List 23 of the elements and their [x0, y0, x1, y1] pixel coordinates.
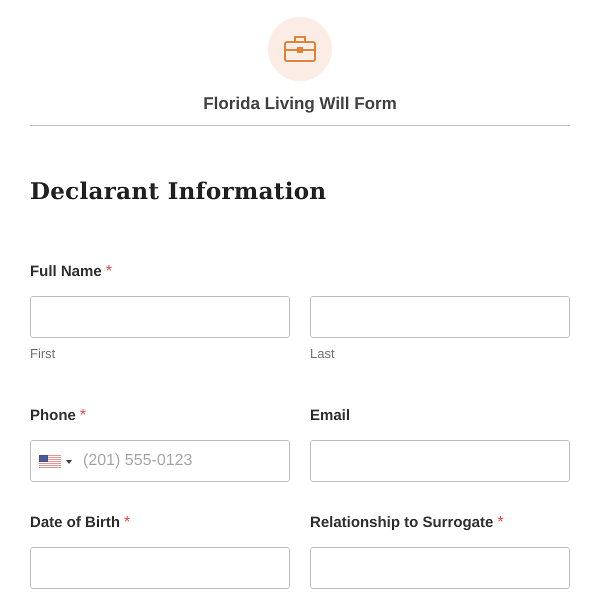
- text-field[interactable]: [30, 296, 290, 338]
- field-label: Full Name: [30, 262, 102, 282]
- section-heading: Declarant Information: [30, 178, 328, 205]
- field-label: Email: [310, 406, 350, 426]
- required-mark: *: [106, 263, 112, 281]
- flag-icon: [39, 455, 61, 468]
- text-field[interactable]: [30, 547, 290, 589]
- required-mark: *: [497, 514, 504, 532]
- caret-icon: [66, 460, 72, 464]
- phone-field[interactable]: (201) 555-0123: [30, 440, 290, 482]
- field-label: Phone: [30, 406, 76, 426]
- form-title: Florida Living Will Form: [203, 94, 397, 114]
- sublabel: First: [30, 346, 56, 361]
- required-mark: *: [124, 514, 130, 532]
- field-label: Date of Birth: [30, 513, 120, 533]
- text-field[interactable]: [310, 440, 570, 482]
- sublabel: Last: [310, 346, 336, 361]
- field-label: Relationship to Surrogate: [310, 513, 494, 533]
- text-field[interactable]: [310, 547, 570, 589]
- country-selector[interactable]: [39, 455, 72, 468]
- text-field[interactable]: [310, 296, 570, 338]
- briefcase-icon: [284, 36, 316, 62]
- required-mark: *: [80, 407, 86, 425]
